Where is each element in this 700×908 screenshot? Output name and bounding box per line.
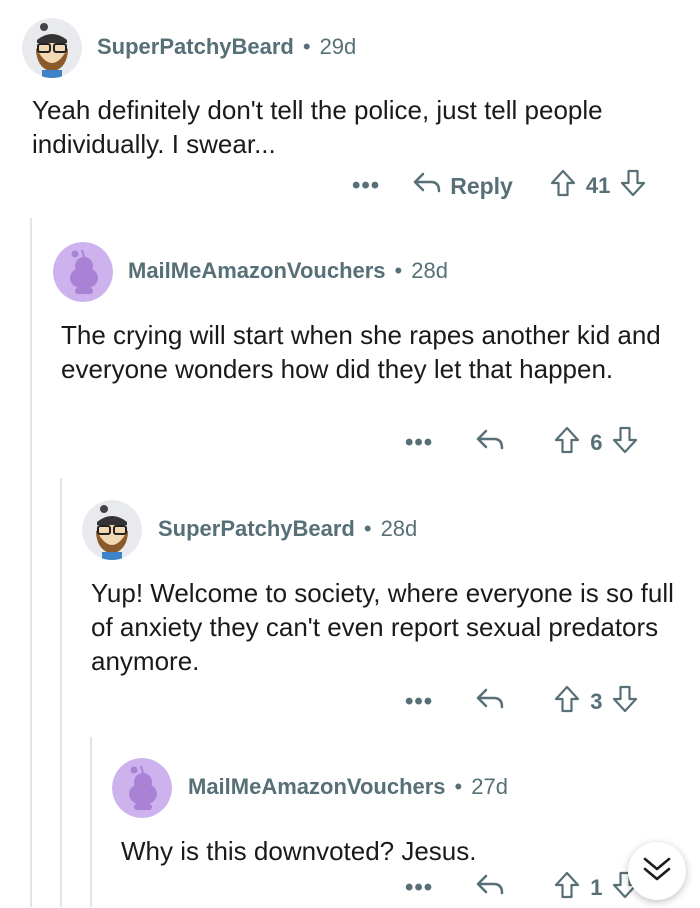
more-options-button[interactable]: ••• xyxy=(352,172,380,200)
bearded-snoo-avatar[interactable] xyxy=(22,18,82,78)
comment-meta: SuperPatchyBeard • 29d xyxy=(97,34,356,60)
comment-meta: MailMeAmazonVouchers • 28d xyxy=(128,258,448,284)
vote-controls: 3 xyxy=(553,684,639,720)
reply-button[interactable] xyxy=(475,428,505,458)
separator-dot: • xyxy=(363,516,372,541)
reply-arrow-icon xyxy=(475,873,505,903)
more-options-button[interactable]: ••• xyxy=(405,688,433,716)
scroll-to-next-button[interactable] xyxy=(628,842,686,900)
upvote-arrow-icon[interactable] xyxy=(549,168,577,204)
bearded-snoo-avatar[interactable] xyxy=(82,500,142,560)
default-snoo-avatar[interactable] xyxy=(53,242,113,302)
double-chevron-down-icon xyxy=(641,854,673,889)
downvote-arrow-icon[interactable] xyxy=(619,168,647,204)
username[interactable]: SuperPatchyBeard xyxy=(158,516,355,542)
upvote-arrow-icon[interactable] xyxy=(553,425,581,461)
reply-button[interactable] xyxy=(475,687,505,717)
reply-button[interactable] xyxy=(475,873,505,903)
vote-score: 41 xyxy=(585,173,611,198)
vote-controls: 6 xyxy=(553,425,639,461)
comment-age: 29d xyxy=(319,34,357,59)
comment-actions: ••• 3 xyxy=(405,682,639,722)
vote-score: 6 xyxy=(590,430,603,455)
separator-dot: • xyxy=(394,258,403,283)
thread-line-level-1[interactable] xyxy=(30,218,32,907)
thread-line-level-2[interactable] xyxy=(60,478,62,907)
default-snoo-avatar[interactable] xyxy=(112,758,172,818)
comment-age: 27d xyxy=(471,774,508,799)
comment-body: Yup! Welcome to society, where everyone … xyxy=(91,578,674,676)
comment-meta: SuperPatchyBeard • 28d xyxy=(158,516,417,542)
comment-body: Yeah definitely don't tell the police, j… xyxy=(32,95,603,159)
more-options-button[interactable]: ••• xyxy=(405,429,433,457)
username[interactable]: MailMeAmazonVouchers xyxy=(128,258,386,284)
reply-arrow-icon xyxy=(412,171,442,201)
vote-controls: 41 xyxy=(549,168,647,204)
more-options-button[interactable]: ••• xyxy=(405,874,433,902)
comment-meta: MailMeAmazonVouchers • 27d xyxy=(188,774,508,800)
comment-age: 28d xyxy=(411,258,448,283)
comment-body: Why is this downvoted? Jesus. xyxy=(121,836,477,866)
reply-arrow-icon xyxy=(475,428,505,458)
vote-score: 3 xyxy=(590,689,603,714)
thread-line-level-3[interactable] xyxy=(90,737,92,907)
reply-button[interactable]: Reply xyxy=(412,171,513,201)
upvote-arrow-icon[interactable] xyxy=(553,684,581,720)
upvote-arrow-icon[interactable] xyxy=(553,870,581,906)
comment-actions: ••• 1 xyxy=(405,868,639,908)
downvote-arrow-icon[interactable] xyxy=(611,684,639,720)
username[interactable]: SuperPatchyBeard xyxy=(97,34,294,60)
comment-body: The crying will start when she rapes ano… xyxy=(61,320,661,384)
reply-label: Reply xyxy=(450,172,513,199)
vote-controls: 1 xyxy=(553,870,639,906)
username[interactable]: MailMeAmazonVouchers xyxy=(188,774,446,800)
reply-arrow-icon xyxy=(475,687,505,717)
comment-age: 28d xyxy=(380,516,418,541)
separator-dot: • xyxy=(454,774,463,799)
comment-actions: ••• Reply 41 xyxy=(352,166,647,206)
downvote-arrow-icon[interactable] xyxy=(611,425,639,461)
comment-actions: ••• 6 xyxy=(405,423,639,463)
separator-dot: • xyxy=(302,34,311,59)
vote-score: 1 xyxy=(590,875,603,900)
